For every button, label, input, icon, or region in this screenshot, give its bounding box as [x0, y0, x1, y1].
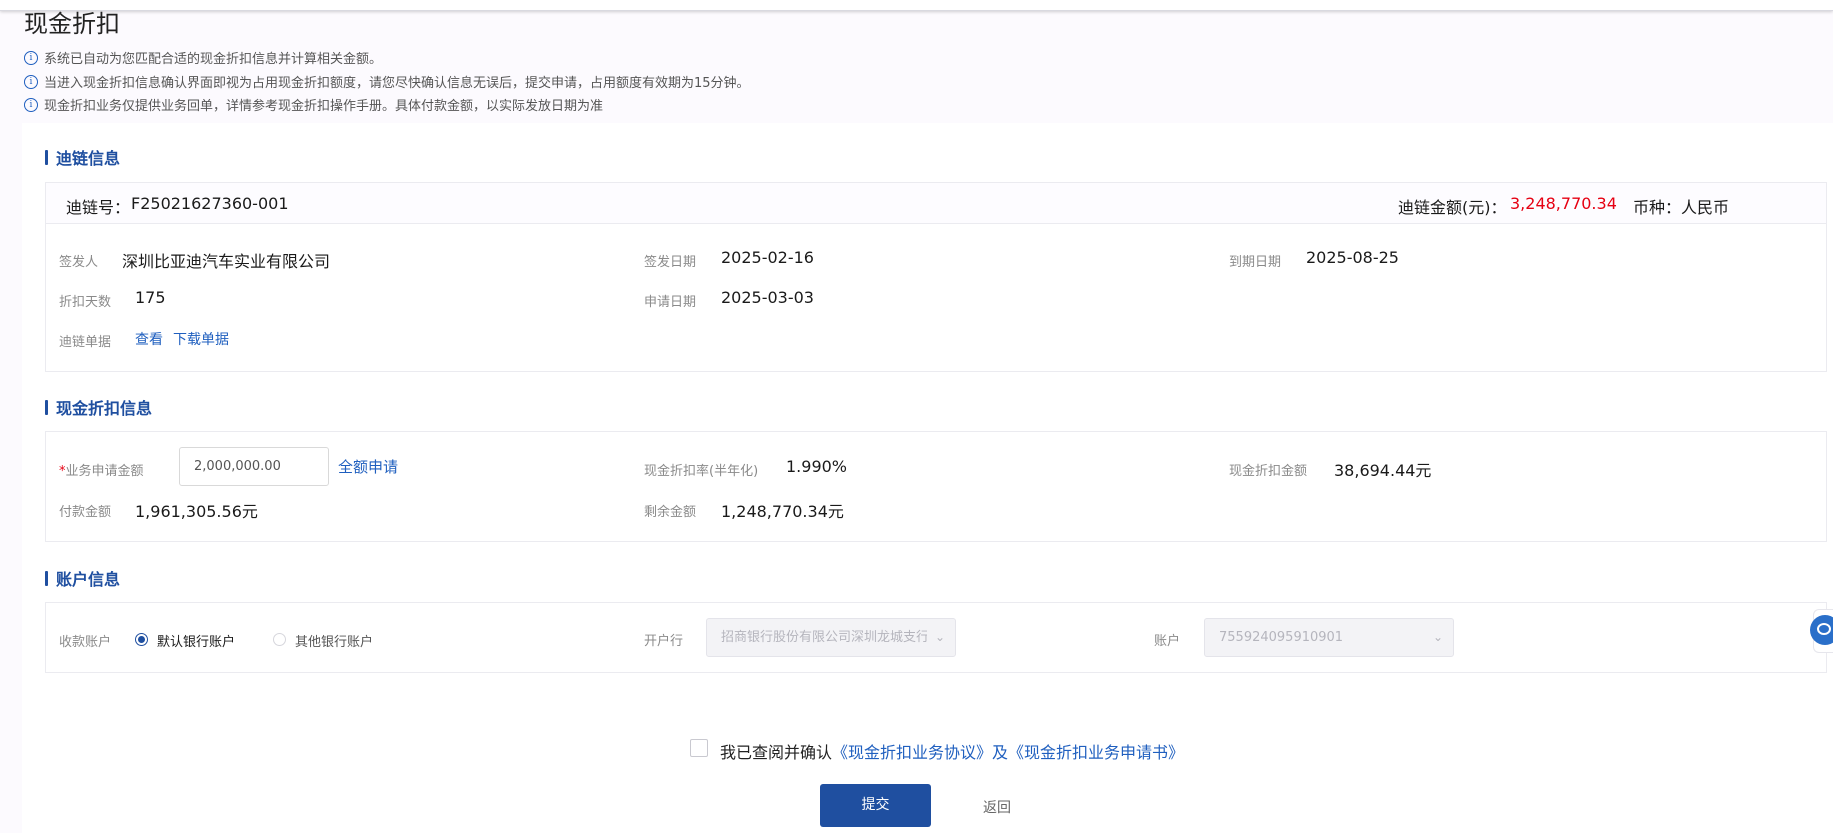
section-marker	[45, 570, 48, 586]
payment-amount-label: 付款金额	[59, 505, 112, 520]
radio-other-account-label[interactable]: 其他银行账户	[295, 631, 373, 650]
customer-service-button[interactable]	[1810, 609, 1833, 653]
agreement-prefix: 我已查阅并确认	[720, 743, 833, 762]
issuer-label: 签发人	[59, 255, 99, 270]
apply-amount-label-text: 业务申请金额	[65, 464, 144, 479]
document-label: 迪链单据	[59, 335, 112, 350]
info-icon: i	[24, 97, 38, 112]
notice-1: i 系统已自动为您匹配合适的现金折扣信息并计算相关金额。	[24, 48, 382, 67]
remaining-amount: 1,248,770.34元	[721, 502, 844, 521]
notice-2: i 当进入现金折扣信息确认界面即视为占用现金折扣额度，请您尽快确认信息无误后，提…	[24, 72, 750, 91]
remaining-amount-label: 剩余金额	[644, 505, 697, 520]
customer-service-icon	[1810, 615, 1833, 645]
agreement-checkbox[interactable]	[690, 739, 708, 757]
notice-text: 系统已自动为您匹配合适的现金折扣信息并计算相关金额。	[44, 52, 383, 67]
section-marker	[45, 149, 48, 165]
view-document-link[interactable]: 查看	[135, 329, 163, 349]
bank-label: 开户行	[644, 634, 684, 649]
radio-default-account[interactable]	[135, 633, 148, 646]
account-label: 账户	[1154, 634, 1181, 649]
application-link[interactable]: 《现金折扣业务申请书》	[1008, 743, 1184, 762]
discount-rate: 1.990%	[786, 457, 848, 476]
due-date-label: 到期日期	[1229, 255, 1282, 270]
chain-amount: 3,248,770.34	[1510, 194, 1617, 213]
issuer: 深圳比亚迪汽车实业有限公司	[122, 252, 331, 271]
issue-date-label: 签发日期	[644, 255, 697, 270]
chain-no: F25021627360-001	[131, 194, 289, 213]
bank-select-value: 招商银行股份有限公司深圳龙城支行	[721, 630, 927, 645]
info-icon: i	[24, 50, 38, 65]
receive-account-label: 收款账户	[59, 635, 112, 650]
discount-amount: 38,694.44元	[1334, 461, 1432, 480]
discount-rate-label: 现金折扣率(半年化)	[644, 464, 759, 479]
section-marker	[45, 399, 48, 415]
back-button[interactable]: 返回	[983, 797, 1011, 817]
section-title-text: 现金折扣信息	[56, 399, 153, 418]
discount-days-label: 折扣天数	[59, 295, 112, 310]
apply-date: 2025-03-03	[721, 288, 814, 307]
top-bar	[0, 0, 1833, 11]
apply-date-label: 申请日期	[644, 295, 697, 310]
chain-no-label: 迪链号：	[66, 198, 131, 217]
apply-amount-input[interactable]: 2,000,000.00	[179, 447, 329, 486]
chain-info-card: 迪链号： F25021627360-001 迪链金额(元)： 3,248,770…	[45, 182, 1827, 372]
page-title: 现金折扣	[24, 10, 120, 38]
discount-days: 175	[135, 288, 166, 307]
agreement-text: 我已查阅并确认《现金折扣业务协议》及《现金折扣业务申请书》	[720, 739, 1184, 763]
chain-info-header: 迪链号： F25021627360-001 迪链金额(元)： 3,248,770…	[46, 183, 1826, 224]
radio-default-account-label[interactable]: 默认银行账户	[157, 631, 235, 650]
chevron-down-icon: ⌄	[934, 630, 945, 644]
section-title-text: 账户信息	[56, 570, 121, 589]
payment-amount: 1,961,305.56元	[135, 502, 258, 521]
download-document-link[interactable]: 下载单据	[173, 329, 229, 349]
section-title-chain-info: 迪链信息	[45, 145, 120, 169]
discount-info-card: *业务申请金额 2,000,000.00 全额申请 现金折扣率(半年化) 1.9…	[45, 431, 1827, 542]
radio-other-account[interactable]	[273, 633, 286, 646]
section-title-account-info: 账户信息	[45, 566, 120, 590]
currency-label: 币种：	[1633, 198, 1682, 217]
account-select-value: 755924095910901	[1219, 630, 1344, 645]
chain-amount-label: 迪链金额(元)：	[1398, 198, 1507, 217]
notice-3: i 现金折扣业务仅提供业务回单，详情参考现金折扣操作手册。具体付款金额，以实际发…	[24, 95, 603, 114]
issue-date: 2025-02-16	[721, 248, 814, 267]
agreement-link[interactable]: 《现金折扣业务协议》	[832, 743, 992, 762]
section-title-discount-info: 现金折扣信息	[45, 395, 152, 419]
info-icon: i	[24, 74, 38, 89]
apply-amount-label: *业务申请金额	[59, 460, 144, 479]
currency: 人民币	[1681, 198, 1730, 217]
full-apply-link[interactable]: 全额申请	[338, 456, 398, 477]
agreement-and: 及	[992, 743, 1009, 762]
chevron-down-icon: ⌄	[1432, 630, 1443, 644]
bank-select[interactable]: 招商银行股份有限公司深圳龙城支行 ⌄	[706, 618, 956, 657]
submit-button[interactable]: 提交	[820, 784, 931, 827]
section-title-text: 迪链信息	[56, 149, 121, 168]
discount-amount-label: 现金折扣金额	[1229, 464, 1308, 479]
notice-text: 现金折扣业务仅提供业务回单，详情参考现金折扣操作手册。具体付款金额，以实际发放日…	[44, 99, 604, 114]
notice-text: 当进入现金折扣信息确认界面即视为占用现金折扣额度，请您尽快确认信息无误后，提交申…	[44, 76, 750, 91]
account-select[interactable]: 755924095910901 ⌄	[1204, 618, 1454, 657]
due-date: 2025-08-25	[1306, 248, 1399, 267]
account-info-card: 收款账户 默认银行账户 其他银行账户 开户行 招商银行股份有限公司深圳龙城支行 …	[45, 602, 1827, 673]
